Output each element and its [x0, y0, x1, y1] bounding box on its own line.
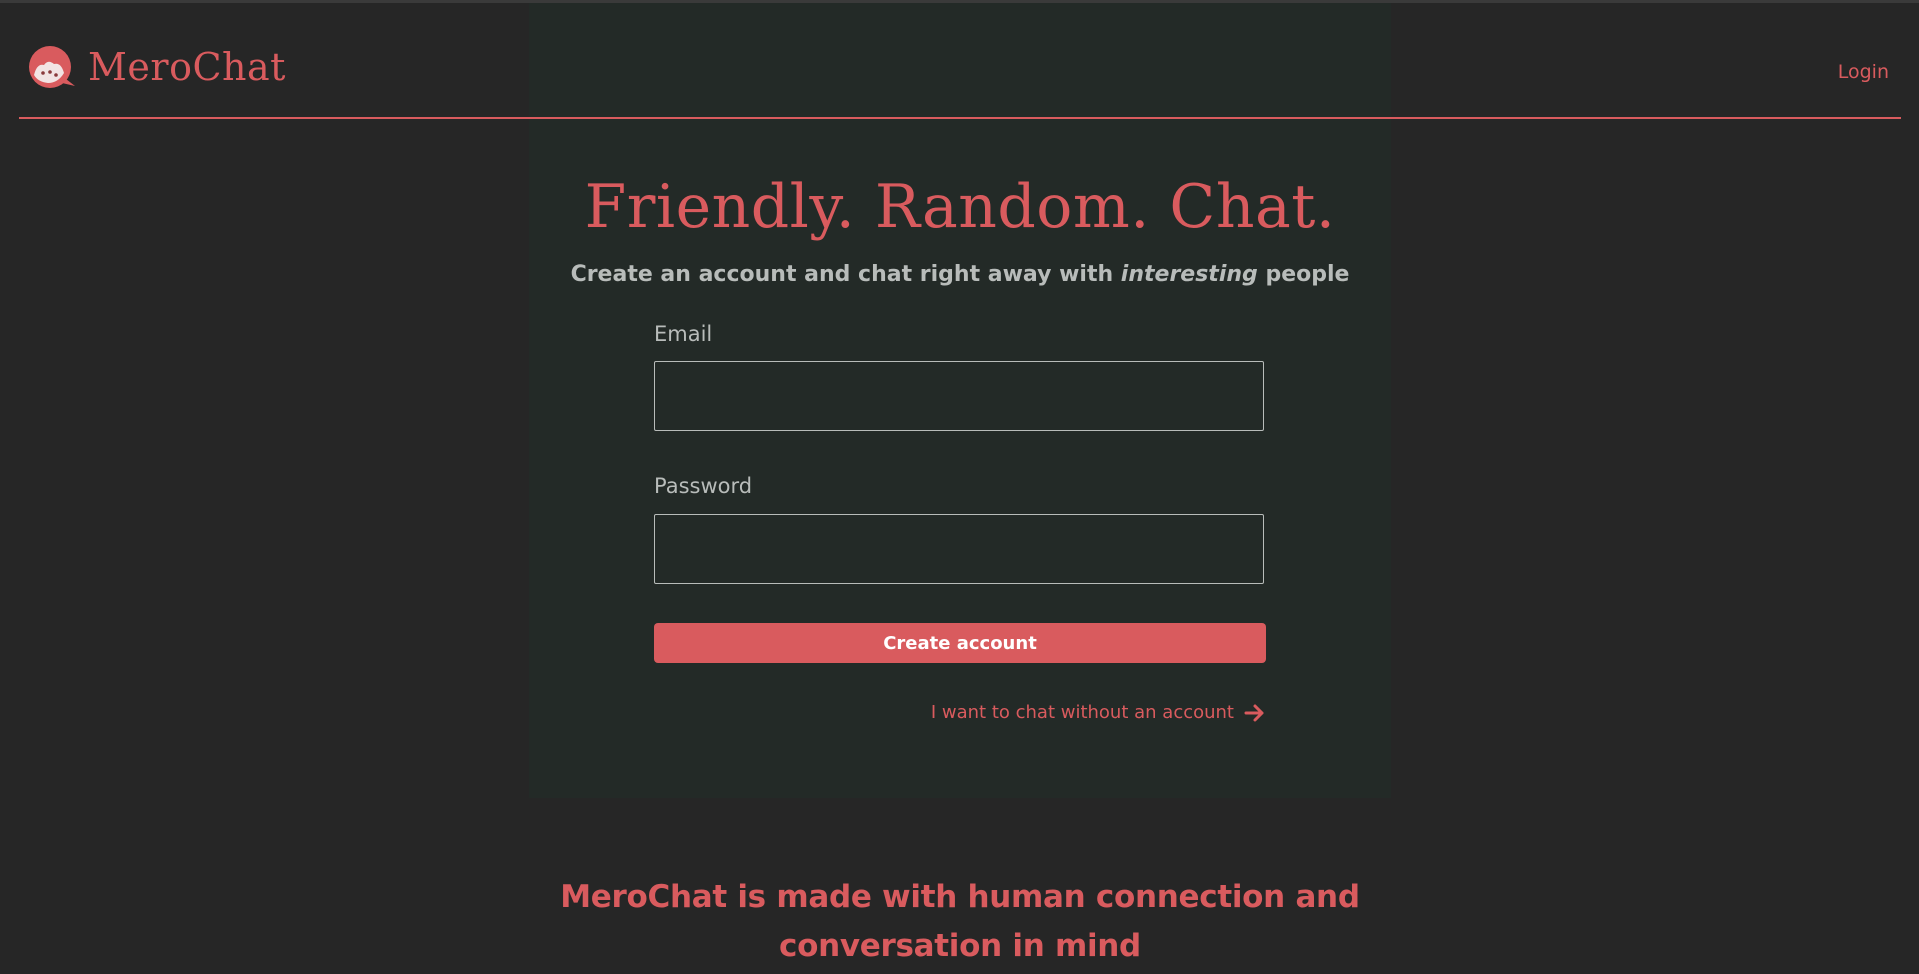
brand-name: MeroChat: [88, 45, 286, 89]
email-label: Email: [654, 322, 713, 346]
subheadline-text-start: Create an account and chat right away wi…: [570, 262, 1121, 287]
home-logo-link[interactable]: MeroChat: [28, 45, 286, 89]
merochat-logo-icon: [29, 46, 75, 88]
header-divider: [19, 117, 1901, 119]
email-field[interactable]: [654, 361, 1264, 431]
hero-subheadline: Create an account and chat right away wi…: [529, 262, 1391, 287]
mission-tagline: MeroChat is made with human connection a…: [529, 873, 1391, 971]
create-account-button[interactable]: Create account: [654, 623, 1266, 663]
subheadline-emphasis: interesting: [1120, 262, 1258, 287]
subheadline-text-end: people: [1257, 262, 1350, 287]
arrow-right-icon: [1244, 704, 1264, 721]
site-header: MeroChat Login: [0, 3, 1919, 118]
password-field[interactable]: [654, 514, 1264, 584]
chat-without-account-link[interactable]: I want to chat without an account: [931, 702, 1266, 723]
hero-headline: Friendly. Random. Chat.: [584, 172, 1336, 242]
tagline-line-1: MeroChat is made with human connection a…: [560, 879, 1360, 915]
tagline-line-2: conversation in mind: [779, 928, 1141, 964]
password-label: Password: [654, 474, 753, 498]
login-link[interactable]: Login: [1838, 61, 1889, 83]
chat-without-account-label: I want to chat without an account: [930, 702, 1234, 723]
